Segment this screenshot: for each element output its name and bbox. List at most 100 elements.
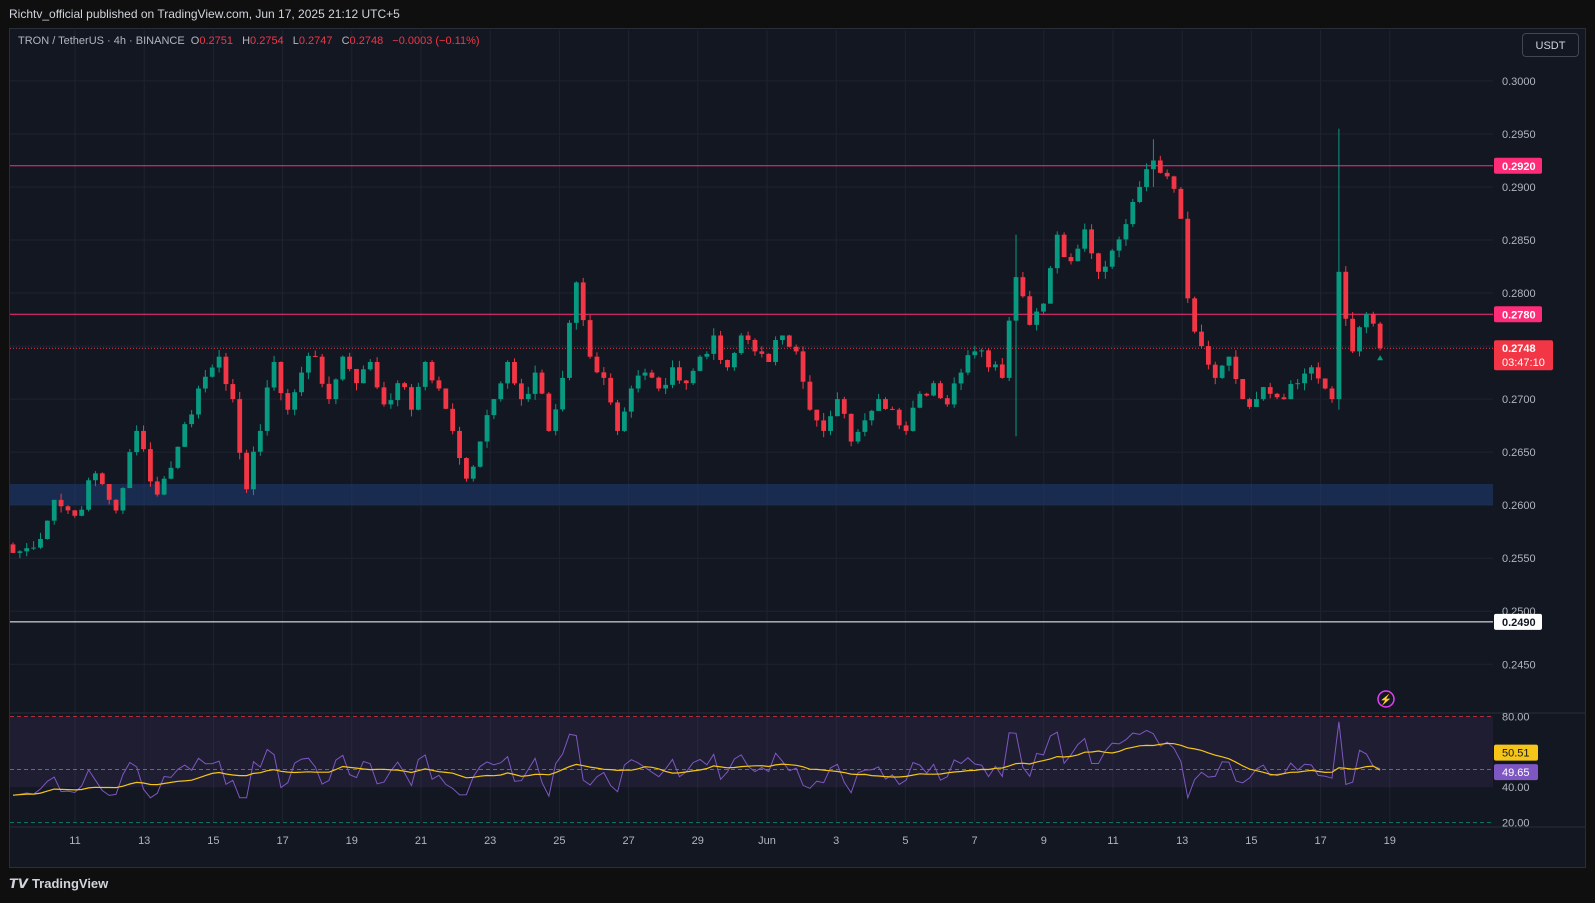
candle-body — [93, 473, 98, 481]
candle-body — [450, 408, 456, 431]
candle-body — [917, 393, 923, 408]
time-tick-label: 5 — [902, 835, 908, 847]
time-tick-label: 11 — [69, 835, 80, 847]
candle-body — [86, 480, 91, 510]
candle-body — [381, 387, 387, 405]
candle-body — [106, 484, 112, 500]
candle-body — [457, 430, 462, 459]
candle-body — [333, 379, 339, 400]
candle-body — [1302, 373, 1307, 384]
candle-body — [986, 350, 991, 368]
candle-body — [120, 488, 126, 511]
candle-body — [889, 408, 895, 410]
candle-body — [821, 420, 827, 431]
time-tick-label: 3 — [833, 835, 839, 847]
candle-body — [725, 360, 730, 368]
candle-body — [1260, 387, 1266, 400]
price-label-text: 0.2780 — [1502, 309, 1536, 321]
candle-body — [429, 361, 435, 381]
candle-body — [1370, 314, 1376, 324]
candle-body — [814, 409, 820, 421]
candle-body — [484, 415, 490, 442]
candle-body — [285, 393, 291, 410]
candle-body — [622, 411, 627, 431]
candle-body — [58, 499, 64, 507]
candle-body — [360, 369, 366, 384]
time-tick-label: 7 — [972, 835, 978, 847]
candle-body — [615, 402, 620, 431]
price-tick-label: 0.2650 — [1502, 447, 1536, 459]
candle-body — [841, 399, 847, 414]
tradingview-logo[interactable]: 𝙏𝙑 TradingView — [9, 876, 108, 892]
candle-body — [1123, 224, 1129, 240]
candle-body — [319, 356, 325, 384]
candle-body — [10, 544, 16, 553]
currency-button[interactable]: USDT — [1522, 33, 1579, 57]
candle-body — [539, 372, 545, 394]
rsi-pane: 80.00 40.00 20.00 50.51 49.65 — [10, 712, 1586, 829]
time-tick-label: 11 — [1107, 835, 1118, 847]
time-tick-label: 15 — [1245, 835, 1257, 847]
support-zone — [10, 483, 1493, 506]
candle-body — [1254, 399, 1259, 407]
candle-body — [580, 282, 586, 321]
candle-body — [1322, 378, 1328, 389]
candle-body — [780, 335, 785, 341]
price-tick-label: 0.2700 — [1502, 394, 1536, 406]
candle-body — [168, 467, 174, 479]
high-value: 0.2754 — [250, 35, 284, 47]
symbol-name[interactable]: TRON / TetherUS · 4h · BINANCE — [18, 35, 185, 47]
candle-body — [642, 372, 648, 376]
candle-body — [601, 372, 607, 378]
time-tick-label: 19 — [1384, 835, 1396, 847]
price-tick-label: 0.2800 — [1502, 288, 1536, 300]
candle-body — [292, 392, 298, 410]
candle-body — [436, 380, 442, 389]
candle-body — [498, 383, 504, 400]
symbol-legend[interactable]: TRON / TetherUS · 4h · BINANCE O0.2751 H… — [18, 35, 486, 47]
high-label: H — [242, 35, 251, 47]
candle-body — [99, 473, 105, 485]
candle-body — [594, 356, 600, 373]
candle-body — [409, 387, 414, 410]
candle-body — [1240, 379, 1246, 400]
candle-body — [766, 353, 772, 362]
candle-body — [196, 388, 201, 415]
candle-body — [635, 375, 641, 389]
candle-body — [1047, 268, 1053, 304]
time-tick-label: 27 — [622, 835, 634, 847]
time-tick-label: 25 — [553, 835, 565, 847]
candle-body — [731, 353, 737, 368]
open-value: 0.2751 — [199, 35, 234, 47]
candle-body — [1130, 201, 1136, 225]
candle-body — [1082, 229, 1088, 249]
candle-body — [573, 282, 579, 323]
candle-body — [264, 387, 270, 431]
candle-body — [1233, 356, 1239, 380]
time-tick-label: 13 — [138, 835, 150, 847]
candle-body — [216, 356, 222, 368]
candle-body — [299, 372, 304, 393]
candle-body — [1226, 356, 1232, 366]
candle-body — [835, 399, 840, 417]
tradingview-logo-icon: 𝙏𝙑 — [9, 876, 28, 891]
candle-body — [1109, 250, 1115, 267]
change-value: −0.0003 (−0.11%) — [392, 35, 480, 47]
candle-body — [518, 383, 524, 400]
time-tick-label: 19 — [346, 835, 358, 847]
candle-body — [148, 449, 153, 482]
candle-body — [786, 335, 792, 347]
candlestick-chart[interactable]: 80.00 40.00 20.00 50.51 49.65 0.3000 0.2950 0.… — [0, 0, 1595, 903]
candle-body — [491, 399, 497, 416]
candle-body — [676, 367, 682, 381]
candle-body — [367, 361, 373, 370]
candle-body — [1041, 303, 1046, 312]
price-label-text: 0.2920 — [1502, 161, 1536, 173]
low-label: L — [292, 35, 299, 47]
candle-body — [161, 478, 167, 495]
candle-body — [1357, 327, 1362, 352]
time-tick-label: 23 — [484, 835, 496, 847]
candle-body — [1329, 388, 1335, 400]
candle-body — [1116, 239, 1122, 251]
candle-body — [306, 355, 311, 373]
